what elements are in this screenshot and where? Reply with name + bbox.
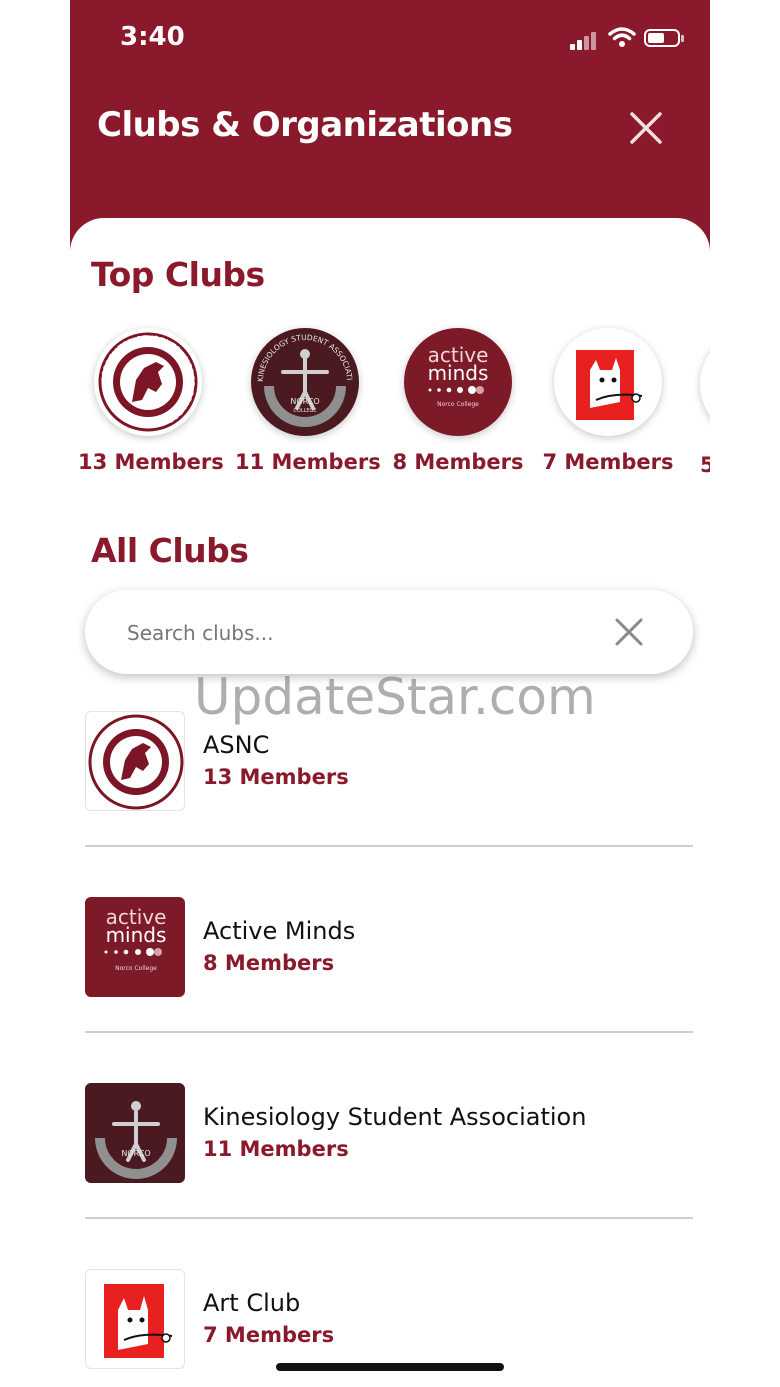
club-name: Art Club (203, 1289, 301, 1317)
asnc-thumbnail (85, 711, 185, 811)
kinesiology-thumbnail: NORCO (85, 1083, 185, 1183)
top-club-members: 13 Members (78, 450, 224, 474)
top-club-asnc[interactable]: ASSOCIATED STUDENTS · NORCO COLLEGE 13 M… (78, 328, 224, 474)
club-name: Kinesiology Student Association (203, 1103, 587, 1131)
home-indicator[interactable] (276, 1363, 504, 1371)
top-club-members: 8 Members (392, 450, 524, 474)
status-time: 3:40 (120, 22, 185, 52)
list-item-kinesiology[interactable]: NORCO Kinesiology Student Association 11… (85, 1083, 693, 1269)
all-clubs-heading: All Clubs (91, 531, 249, 570)
ksa-college-text: COLLEGE (293, 408, 316, 414)
search-input[interactable] (125, 610, 599, 656)
club-members: 11 Members (203, 1137, 349, 1161)
art-club-logo (554, 328, 662, 436)
ksa-norco-text: NORCO (290, 397, 319, 406)
battery-icon (644, 29, 684, 47)
list-divider (85, 1031, 693, 1033)
club-name: Active Minds (203, 917, 356, 945)
close-icon[interactable] (628, 110, 664, 146)
page-title: Clubs & Organizations (97, 105, 513, 145)
kinesiology-logo: KINESIOLOGY STUDENT ASSOCIATION NORCO CO… (251, 328, 359, 436)
club-members: 7 Members (203, 1323, 335, 1347)
list-item-asnc[interactable]: ASNC 13 Members (85, 711, 693, 897)
list-divider (85, 1217, 693, 1219)
top-club-members: 7 Members (542, 450, 674, 474)
active-minds-sub: Norco College (437, 401, 479, 408)
club-name: ASNC (203, 731, 270, 759)
top-club-kinesiology[interactable]: KINESIOLOGY STUDENT ASSOCIATION NORCO CO… (235, 328, 381, 474)
asnc-logo: ASSOCIATED STUDENTS · NORCO COLLEGE (94, 328, 202, 436)
app-screen: 3:40 Clubs & Organizations Top Clubs ASS… (70, 0, 710, 1387)
top-club-members: 11 Members (235, 450, 381, 474)
top-club-members-partial: 5 (700, 453, 710, 477)
club-members: 13 Members (203, 765, 349, 789)
top-club-active-minds[interactable]: active minds Norco College 8 Members (388, 328, 528, 474)
list-item-active-minds[interactable]: active minds Norco College Active Minds … (85, 897, 693, 1083)
art-club-thumbnail (85, 1269, 185, 1369)
minds-word: minds (106, 923, 167, 947)
top-clubs-heading: Top Clubs (91, 255, 265, 294)
signal-icon (570, 30, 602, 50)
list-divider (85, 845, 693, 847)
active-minds-logo: active minds Norco College (404, 328, 512, 436)
wifi-icon (608, 27, 636, 47)
top-club-art[interactable]: 7 Members (538, 328, 678, 474)
clear-search-icon[interactable] (613, 616, 645, 648)
minds-word: minds (428, 361, 489, 385)
ksa-norco-text: NORCO (121, 1149, 150, 1158)
active-minds-thumbnail: active minds Norco College (85, 897, 185, 997)
search-bar (85, 590, 693, 674)
club-members: 8 Members (203, 951, 335, 975)
active-minds-sub: Norco College (115, 965, 157, 972)
